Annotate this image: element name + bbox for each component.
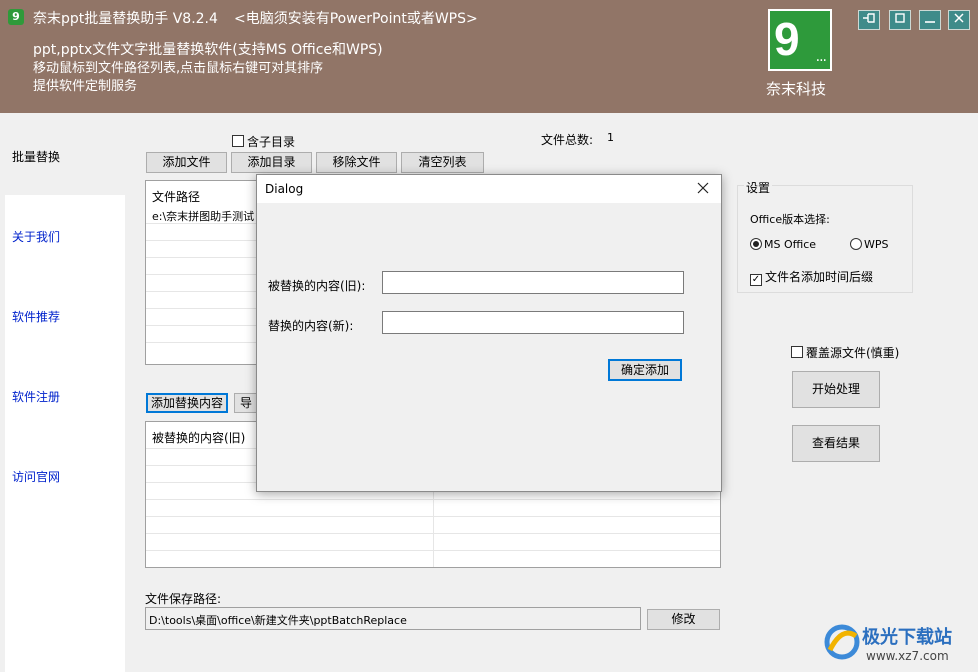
- ms-office-label: MS Office: [764, 238, 817, 251]
- wps-label: WPS: [864, 238, 889, 251]
- minimize-button[interactable]: [919, 10, 941, 30]
- watermark-brand: 极光下载站: [862, 627, 952, 648]
- brand-logo: 9 ...: [768, 9, 832, 71]
- start-button[interactable]: 开始处理: [792, 371, 880, 408]
- pin-icon: [863, 13, 875, 23]
- pin-button[interactable]: [858, 10, 880, 30]
- modify-path-button[interactable]: 修改: [647, 609, 720, 630]
- close-icon: [697, 182, 709, 194]
- add-file-button[interactable]: 添加文件: [146, 152, 227, 173]
- checkbox-box: [232, 135, 244, 147]
- close-button[interactable]: [948, 10, 970, 30]
- dialog-close-button[interactable]: [697, 182, 709, 197]
- new-content-input[interactable]: [382, 311, 684, 334]
- remove-file-button[interactable]: 移除文件: [316, 152, 397, 173]
- header-hint: 移动鼠标到文件路径列表,点击鼠标右键可对其排序: [33, 61, 324, 76]
- radio-selected-icon: [750, 238, 762, 250]
- sidebar-item-website[interactable]: 访问官网: [12, 468, 60, 485]
- app-logo-icon: 9: [8, 9, 24, 25]
- wps-radio[interactable]: WPS: [850, 238, 889, 251]
- old-content-input[interactable]: [382, 271, 684, 294]
- close-icon: [954, 13, 964, 23]
- sidebar-item-batch-replace[interactable]: 批量替换: [12, 148, 60, 165]
- dialog-titlebar[interactable]: Dialog: [257, 175, 721, 203]
- dialog-title: Dialog: [265, 182, 304, 196]
- include-subdir-label: 含子目录: [247, 135, 296, 149]
- file-list-header: 文件路径: [152, 190, 201, 204]
- header-description: ppt,pptx文件文字批量替换软件(支持MS Office和WPS): [33, 42, 383, 58]
- install-notice: <电脑须安装有PowerPoint或者WPS>: [234, 11, 478, 27]
- save-path-field[interactable]: D:\tools\桌面\office\新建文件夹\pptBatchReplace: [145, 607, 641, 630]
- overwrite-checkbox[interactable]: 覆盖源文件(慎重): [791, 344, 899, 361]
- confirm-add-button[interactable]: 确定添加: [608, 359, 682, 381]
- import-button[interactable]: 导: [234, 393, 258, 413]
- sidebar-item-about[interactable]: 关于我们: [12, 228, 60, 245]
- clear-list-button[interactable]: 清空列表: [401, 152, 484, 173]
- new-content-label: 替换的内容(新):: [268, 319, 354, 333]
- checkmark-icon: ✓: [750, 274, 762, 286]
- swirl-logo-icon: [824, 624, 860, 660]
- site-watermark: 极光下载站 www.xz7.com: [822, 622, 972, 668]
- add-replace-dialog: Dialog 被替换的内容(旧): 替换的内容(新): 确定添加: [256, 174, 722, 492]
- ms-office-radio[interactable]: MS Office: [750, 238, 816, 251]
- watermark-url: www.xz7.com: [866, 649, 949, 663]
- add-replace-button[interactable]: 添加替换内容: [146, 393, 228, 413]
- overwrite-label: 覆盖源文件(慎重): [806, 346, 900, 360]
- header-service: 提供软件定制服务: [33, 79, 138, 94]
- radio-unselected-icon: [850, 238, 862, 250]
- logo-digit: 9: [774, 13, 800, 65]
- maximize-icon: [895, 13, 905, 23]
- sidebar-item-register[interactable]: 软件注册: [12, 388, 60, 405]
- save-path-label: 文件保存路径:: [145, 592, 222, 606]
- checkbox-box: [791, 346, 803, 358]
- view-results-button[interactable]: 查看结果: [792, 425, 880, 462]
- logo-dots: ...: [815, 49, 827, 65]
- app-title: 奈末ppt批量替换助手 V8.2.4: [33, 11, 218, 27]
- brand-name: 奈末科技: [766, 80, 827, 98]
- minimize-icon: [925, 21, 935, 23]
- app-header: 9 奈末ppt批量替换助手 V8.2.4 <电脑须安装有PowerPoint或者…: [0, 0, 978, 113]
- file-total-value: 1: [607, 131, 614, 144]
- timestamp-checkbox[interactable]: ✓ 文件名添加时间后缀: [750, 268, 873, 286]
- maximize-button[interactable]: [889, 10, 911, 30]
- file-total-label: 文件总数:: [541, 133, 594, 147]
- old-content-label: 被替换的内容(旧):: [268, 279, 366, 293]
- timestamp-label: 文件名添加时间后缀: [765, 270, 874, 284]
- include-subdir-checkbox[interactable]: 含子目录: [232, 133, 295, 150]
- table-row[interactable]: e:\奈末拼图助手测试: [152, 208, 254, 224]
- replace-list-header: 被替换的内容(旧): [152, 431, 246, 445]
- office-version-label: Office版本选择:: [750, 213, 830, 226]
- save-path-value: D:\tools\桌面\office\新建文件夹\pptBatchReplace: [149, 614, 407, 627]
- add-folder-button[interactable]: 添加目录: [231, 152, 312, 173]
- sidebar-item-recommend[interactable]: 软件推荐: [12, 308, 60, 325]
- settings-title: 设置: [744, 179, 773, 196]
